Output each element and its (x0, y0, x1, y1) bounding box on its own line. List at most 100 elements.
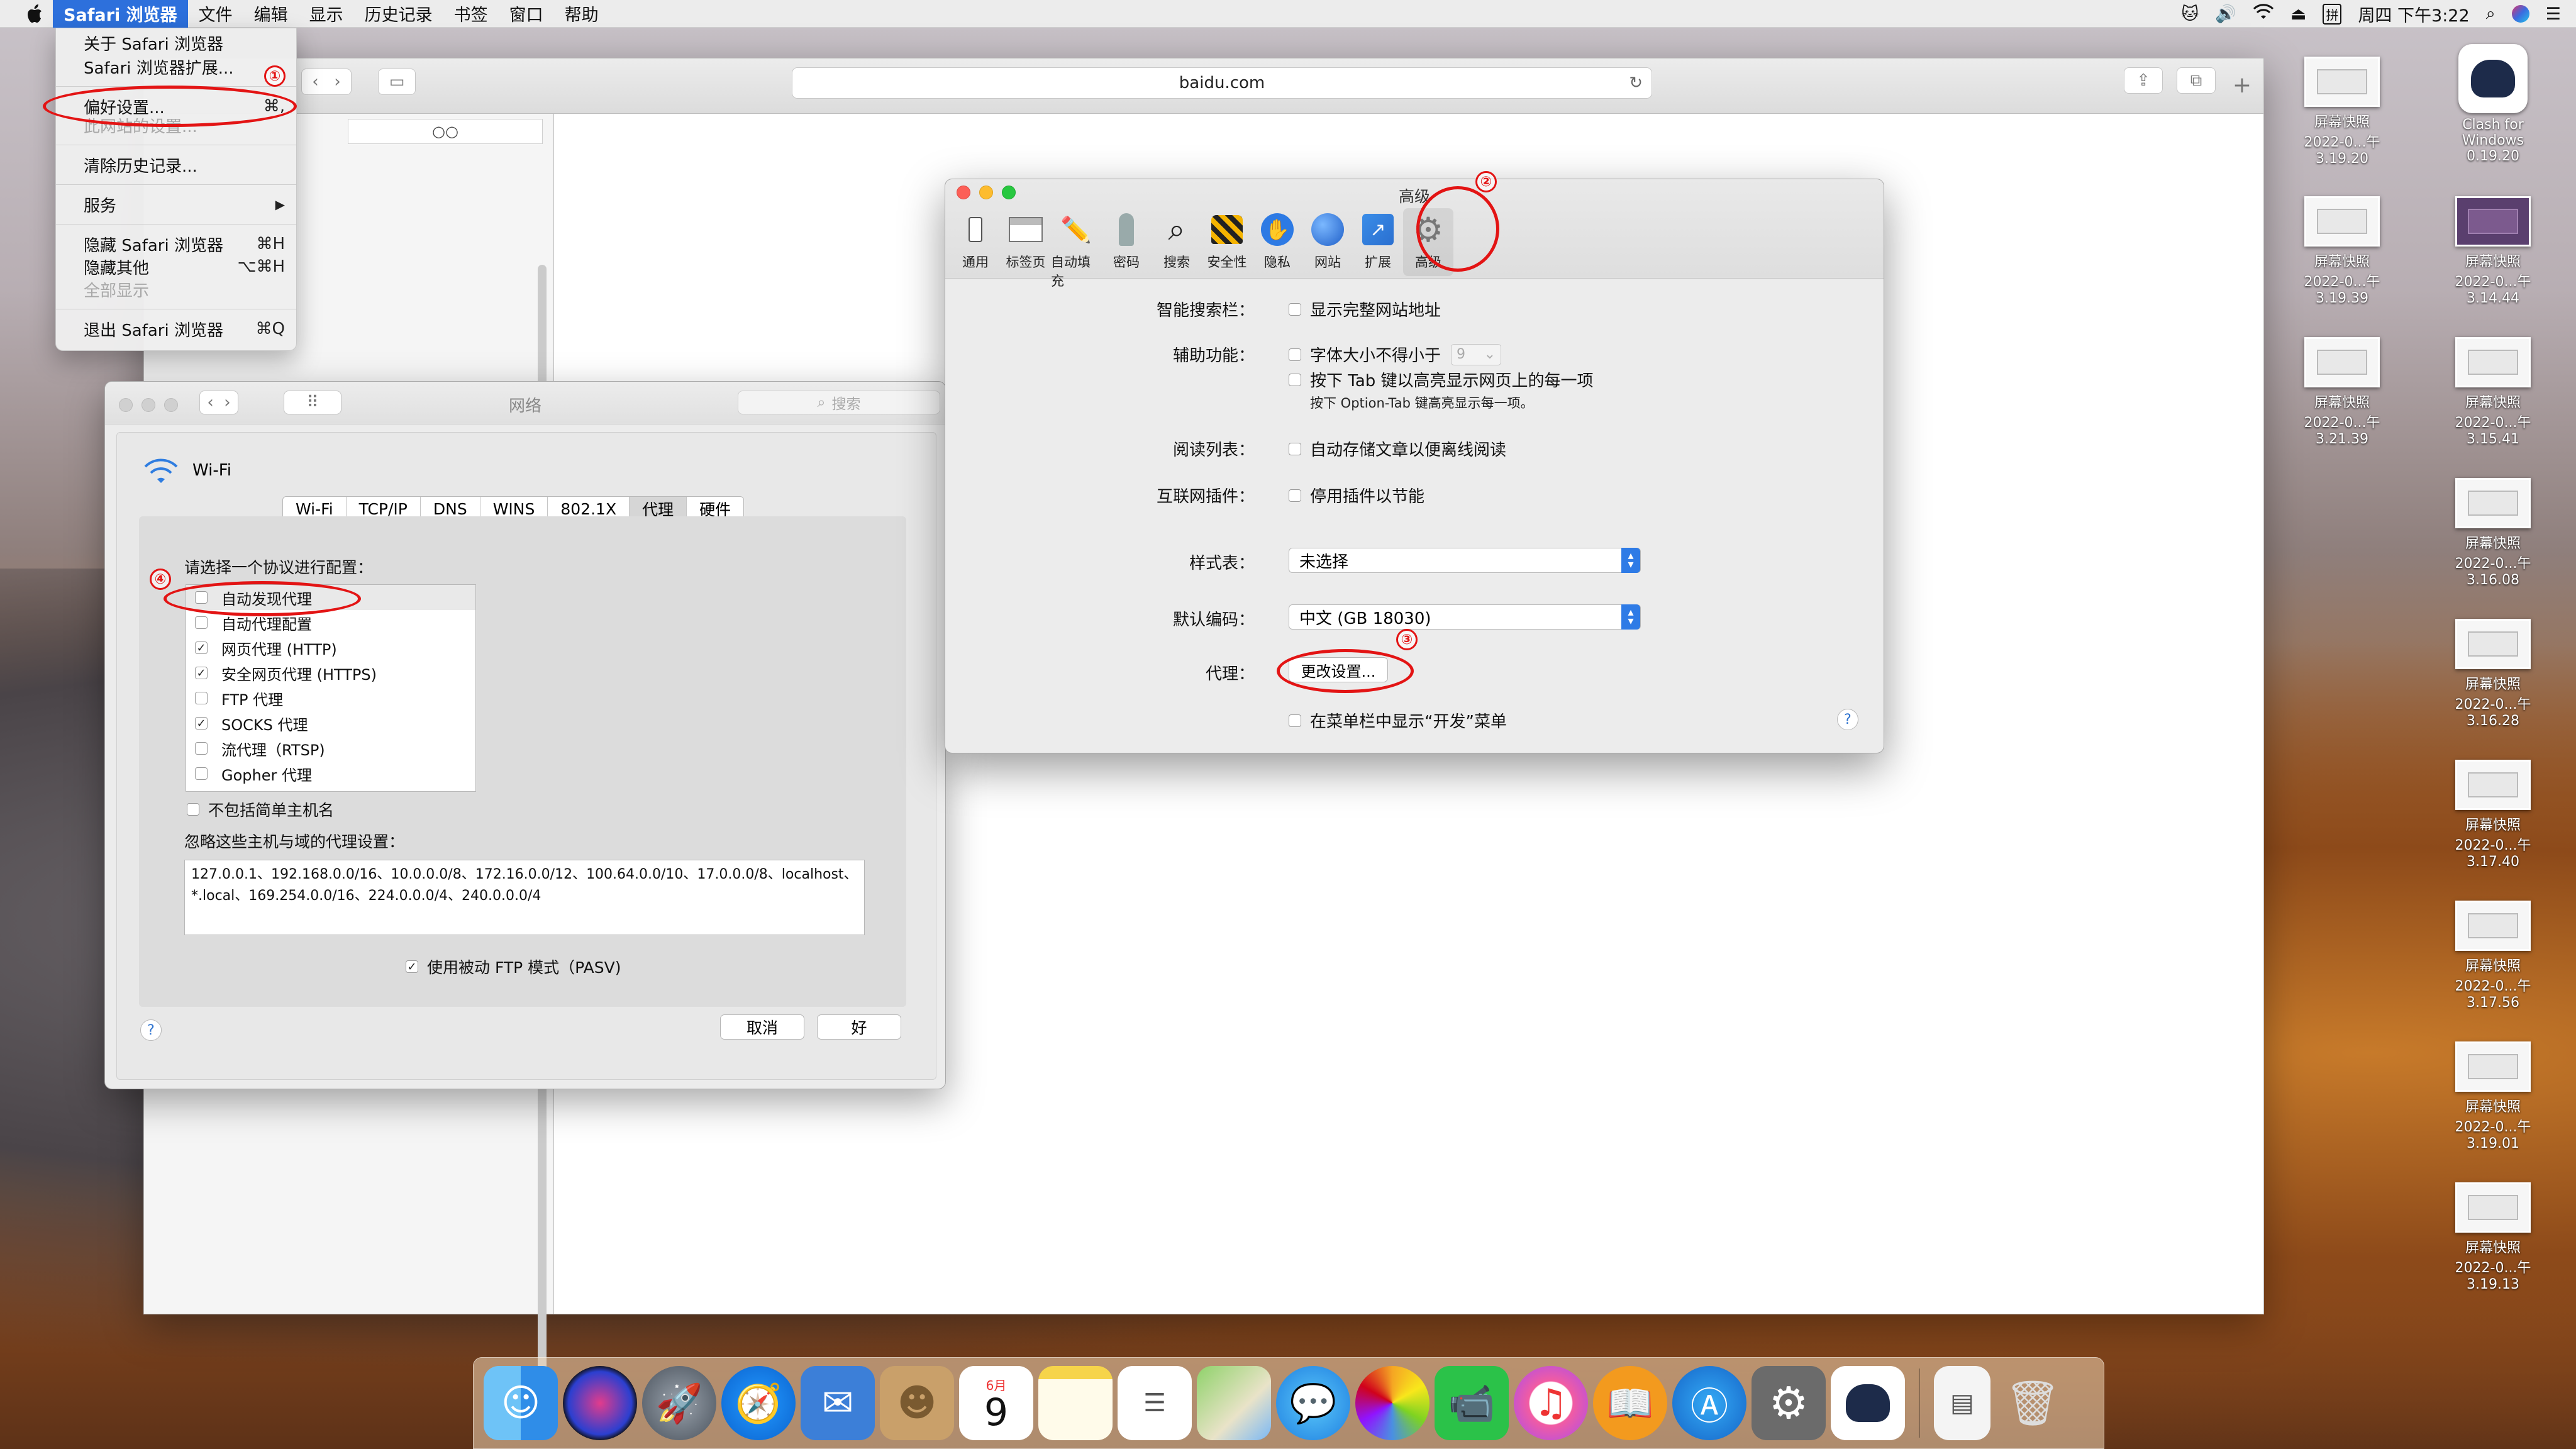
protocol-row-gopher[interactable]: Gopher 代理 (186, 761, 475, 786)
checkbox-checked[interactable]: ✓ (406, 960, 418, 974)
appstore-icon[interactable]: Ⓐ (1672, 1366, 1746, 1440)
show-develop-menu-option[interactable]: 在菜单栏中显示“开发”菜单 (1289, 709, 1507, 732)
protocol-row-socks[interactable]: ✓ SOCKS 代理 (186, 711, 475, 736)
toolbar-security[interactable]: 安全性 (1202, 211, 1252, 271)
photos-icon[interactable] (1355, 1366, 1430, 1440)
siri-menu-icon[interactable] (2511, 5, 2529, 23)
checkbox[interactable] (195, 692, 208, 704)
tabs-overview-button[interactable]: ⧉ (2177, 67, 2216, 94)
calendar-icon[interactable]: 6月 9 (959, 1366, 1033, 1440)
address-bar[interactable]: baidu.com ↻ (792, 67, 1652, 99)
checkbox[interactable] (195, 616, 208, 629)
menu-file[interactable]: 文件 (188, 0, 243, 28)
checkbox[interactable] (195, 767, 208, 780)
search-field[interactable]: ⌕ 搜索 (738, 391, 940, 414)
menu-item-quit[interactable]: 退出 Safari 浏览器 ⌘Q (56, 317, 296, 341)
document-icon[interactable]: ▤ (1934, 1366, 1990, 1440)
desktop-screenshot-file[interactable]: 屏幕快照 2022-0...午3.16.08 (2430, 478, 2556, 588)
new-tab-button[interactable]: + (2229, 72, 2255, 98)
reload-icon[interactable]: ↻ (1629, 74, 1643, 92)
desktop-screenshot-file[interactable]: 屏幕快照 2022-0...午3.17.56 (2430, 901, 2556, 1011)
mail-icon[interactable]: ✉ (801, 1366, 875, 1440)
checkbox-checked[interactable]: ✓ (195, 667, 208, 680)
checkbox[interactable] (1289, 348, 1301, 361)
menu-edit[interactable]: 编辑 (243, 0, 299, 28)
wifi-icon[interactable] (2253, 3, 2274, 25)
menu-window[interactable]: 窗口 (499, 0, 554, 28)
desktop-screenshot-file[interactable]: 屏幕快照 2022-0...午3.19.13 (2430, 1182, 2556, 1292)
protocol-row-https[interactable]: ✓ 安全网页代理 (HTTPS) (186, 660, 475, 686)
toolbar-extensions[interactable]: ↗ 扩展 (1353, 211, 1403, 271)
ok-button[interactable]: 好 (817, 1014, 901, 1040)
system-preferences-icon[interactable]: ⚙ (1752, 1366, 1826, 1440)
toolbar-tabs[interactable]: 标签页 (1001, 211, 1051, 271)
menu-help[interactable]: 帮助 (554, 0, 609, 28)
safari-icon[interactable]: 🧭 (721, 1366, 796, 1440)
trash-icon[interactable]: 🗑 (1996, 1366, 2070, 1440)
min-font-size-option[interactable]: 字体大小不得小于 9 ⌄ (1289, 343, 1502, 366)
spotlight-icon[interactable]: ⌕ (2486, 4, 2496, 24)
sidebar-button[interactable]: ▭ (378, 69, 416, 95)
reminders-icon[interactable]: ☰ (1118, 1366, 1192, 1440)
menu-item-hide-safari[interactable]: 隐藏 Safari 浏览器 ⌘H (56, 232, 296, 256)
toolbar-websites[interactable]: 网站 (1302, 211, 1353, 271)
itunes-icon[interactable]: ♫ (1514, 1366, 1588, 1440)
chevron-left-icon[interactable]: ‹ (312, 72, 318, 91)
stop-plugins-option[interactable]: 停用插件以节能 (1289, 484, 1424, 507)
input-method-icon[interactable]: 拼 (2323, 3, 2342, 25)
checkbox-checked[interactable]: ✓ (195, 641, 208, 655)
checkbox[interactable] (1289, 489, 1301, 502)
protocol-row-rtsp[interactable]: 流代理（RTSP) (186, 736, 475, 761)
notes-icon[interactable] (1038, 1366, 1113, 1440)
tab-highlight-option[interactable]: 按下 Tab 键以高亮显示网页上的每一项 (1289, 368, 1594, 391)
share-button[interactable]: ⇪ (2124, 67, 2163, 94)
maps-icon[interactable] (1197, 1366, 1271, 1440)
contacts-icon[interactable]: ☻ (880, 1366, 954, 1440)
show-full-url-option[interactable]: 显示完整网站地址 (1289, 297, 1441, 321)
toolbar-search[interactable]: ⌕ 搜索 (1152, 211, 1202, 271)
checkbox[interactable] (1289, 373, 1301, 386)
menu-bookmarks[interactable]: 书签 (443, 0, 499, 28)
checkbox[interactable] (1289, 714, 1301, 727)
desktop-clash-app[interactable]: Clash for Windows 0.19.20 (2430, 44, 2556, 164)
desktop-screenshot-file[interactable]: 屏幕快照 2022-0...午3.21.39 (2279, 337, 2405, 447)
launchpad-icon[interactable]: 🚀 (642, 1366, 716, 1440)
checkbox-checked[interactable]: ✓ (195, 717, 208, 730)
help-button[interactable]: ? (1837, 709, 1858, 730)
help-button[interactable]: ? (140, 1019, 162, 1041)
cancel-button[interactable]: 取消 (720, 1014, 804, 1040)
bypass-textarea[interactable]: 127.0.0.1、192.168.0.0/16、10.0.0.0/8、172.… (184, 860, 865, 935)
desktop-screenshot-file[interactable]: 屏幕快照 2022-0...午3.19.20 (2279, 57, 2405, 167)
font-size-select[interactable]: 9 ⌄ (1451, 343, 1502, 365)
toolbar-passwords[interactable]: 密码 (1101, 211, 1152, 271)
finder-icon[interactable]: ☺ (484, 1366, 558, 1440)
menu-item-about[interactable]: 关于 Safari 浏览器 (56, 31, 296, 55)
volume-icon[interactable]: 🔊 (2215, 4, 2236, 24)
desktop-screenshot-file[interactable]: 屏幕快照 2022-0...午3.14.44 (2430, 196, 2556, 306)
facetime-icon[interactable]: 📹 (1435, 1366, 1509, 1440)
clash-icon[interactable] (1831, 1366, 1905, 1440)
menu-safari[interactable]: Safari 浏览器 (53, 0, 188, 28)
protocol-row-http[interactable]: ✓ 网页代理 (HTTP) (186, 635, 475, 660)
checkbox[interactable] (187, 803, 199, 816)
messages-icon[interactable]: 💬 (1276, 1366, 1350, 1440)
offline-reading-option[interactable]: 自动存储文章以便离线阅读 (1289, 437, 1506, 460)
encoding-select[interactable]: 中文 (GB 18030) ▴ ▾ (1289, 604, 1641, 630)
menu-item-clear-history[interactable]: 清除历史记录... (56, 153, 296, 177)
menu-item-extensions[interactable]: Safari 浏览器扩展... (56, 55, 296, 79)
checkbox[interactable] (1289, 303, 1301, 316)
desktop-screenshot-file[interactable]: 屏幕快照 2022-0...午3.17.40 (2430, 760, 2556, 870)
menu-item-hide-others[interactable]: 隐藏其他 ⌥⌘H (56, 255, 296, 279)
desktop-screenshot-file[interactable]: 屏幕快照 2022-0...午3.19.39 (2279, 196, 2405, 306)
protocol-row-ftp[interactable]: FTP 代理 (186, 686, 475, 711)
reading-list-tab[interactable]: ○○ (348, 119, 543, 144)
ibooks-icon[interactable]: 📖 (1593, 1366, 1667, 1440)
checkbox[interactable] (1289, 442, 1301, 455)
apple-menu-icon[interactable] (24, 3, 45, 25)
toolbar-general[interactable]: 通用 (950, 211, 1001, 271)
clock[interactable]: 周四 下午3:22 (2358, 2, 2469, 26)
cat-status-icon[interactable]: 🐱 (2181, 4, 2199, 24)
desktop-screenshot-file[interactable]: 屏幕快照 2022-0...午3.16.28 (2430, 619, 2556, 729)
siri-icon[interactable] (563, 1366, 637, 1440)
airplay-icon[interactable]: ⏏ (2290, 4, 2307, 24)
